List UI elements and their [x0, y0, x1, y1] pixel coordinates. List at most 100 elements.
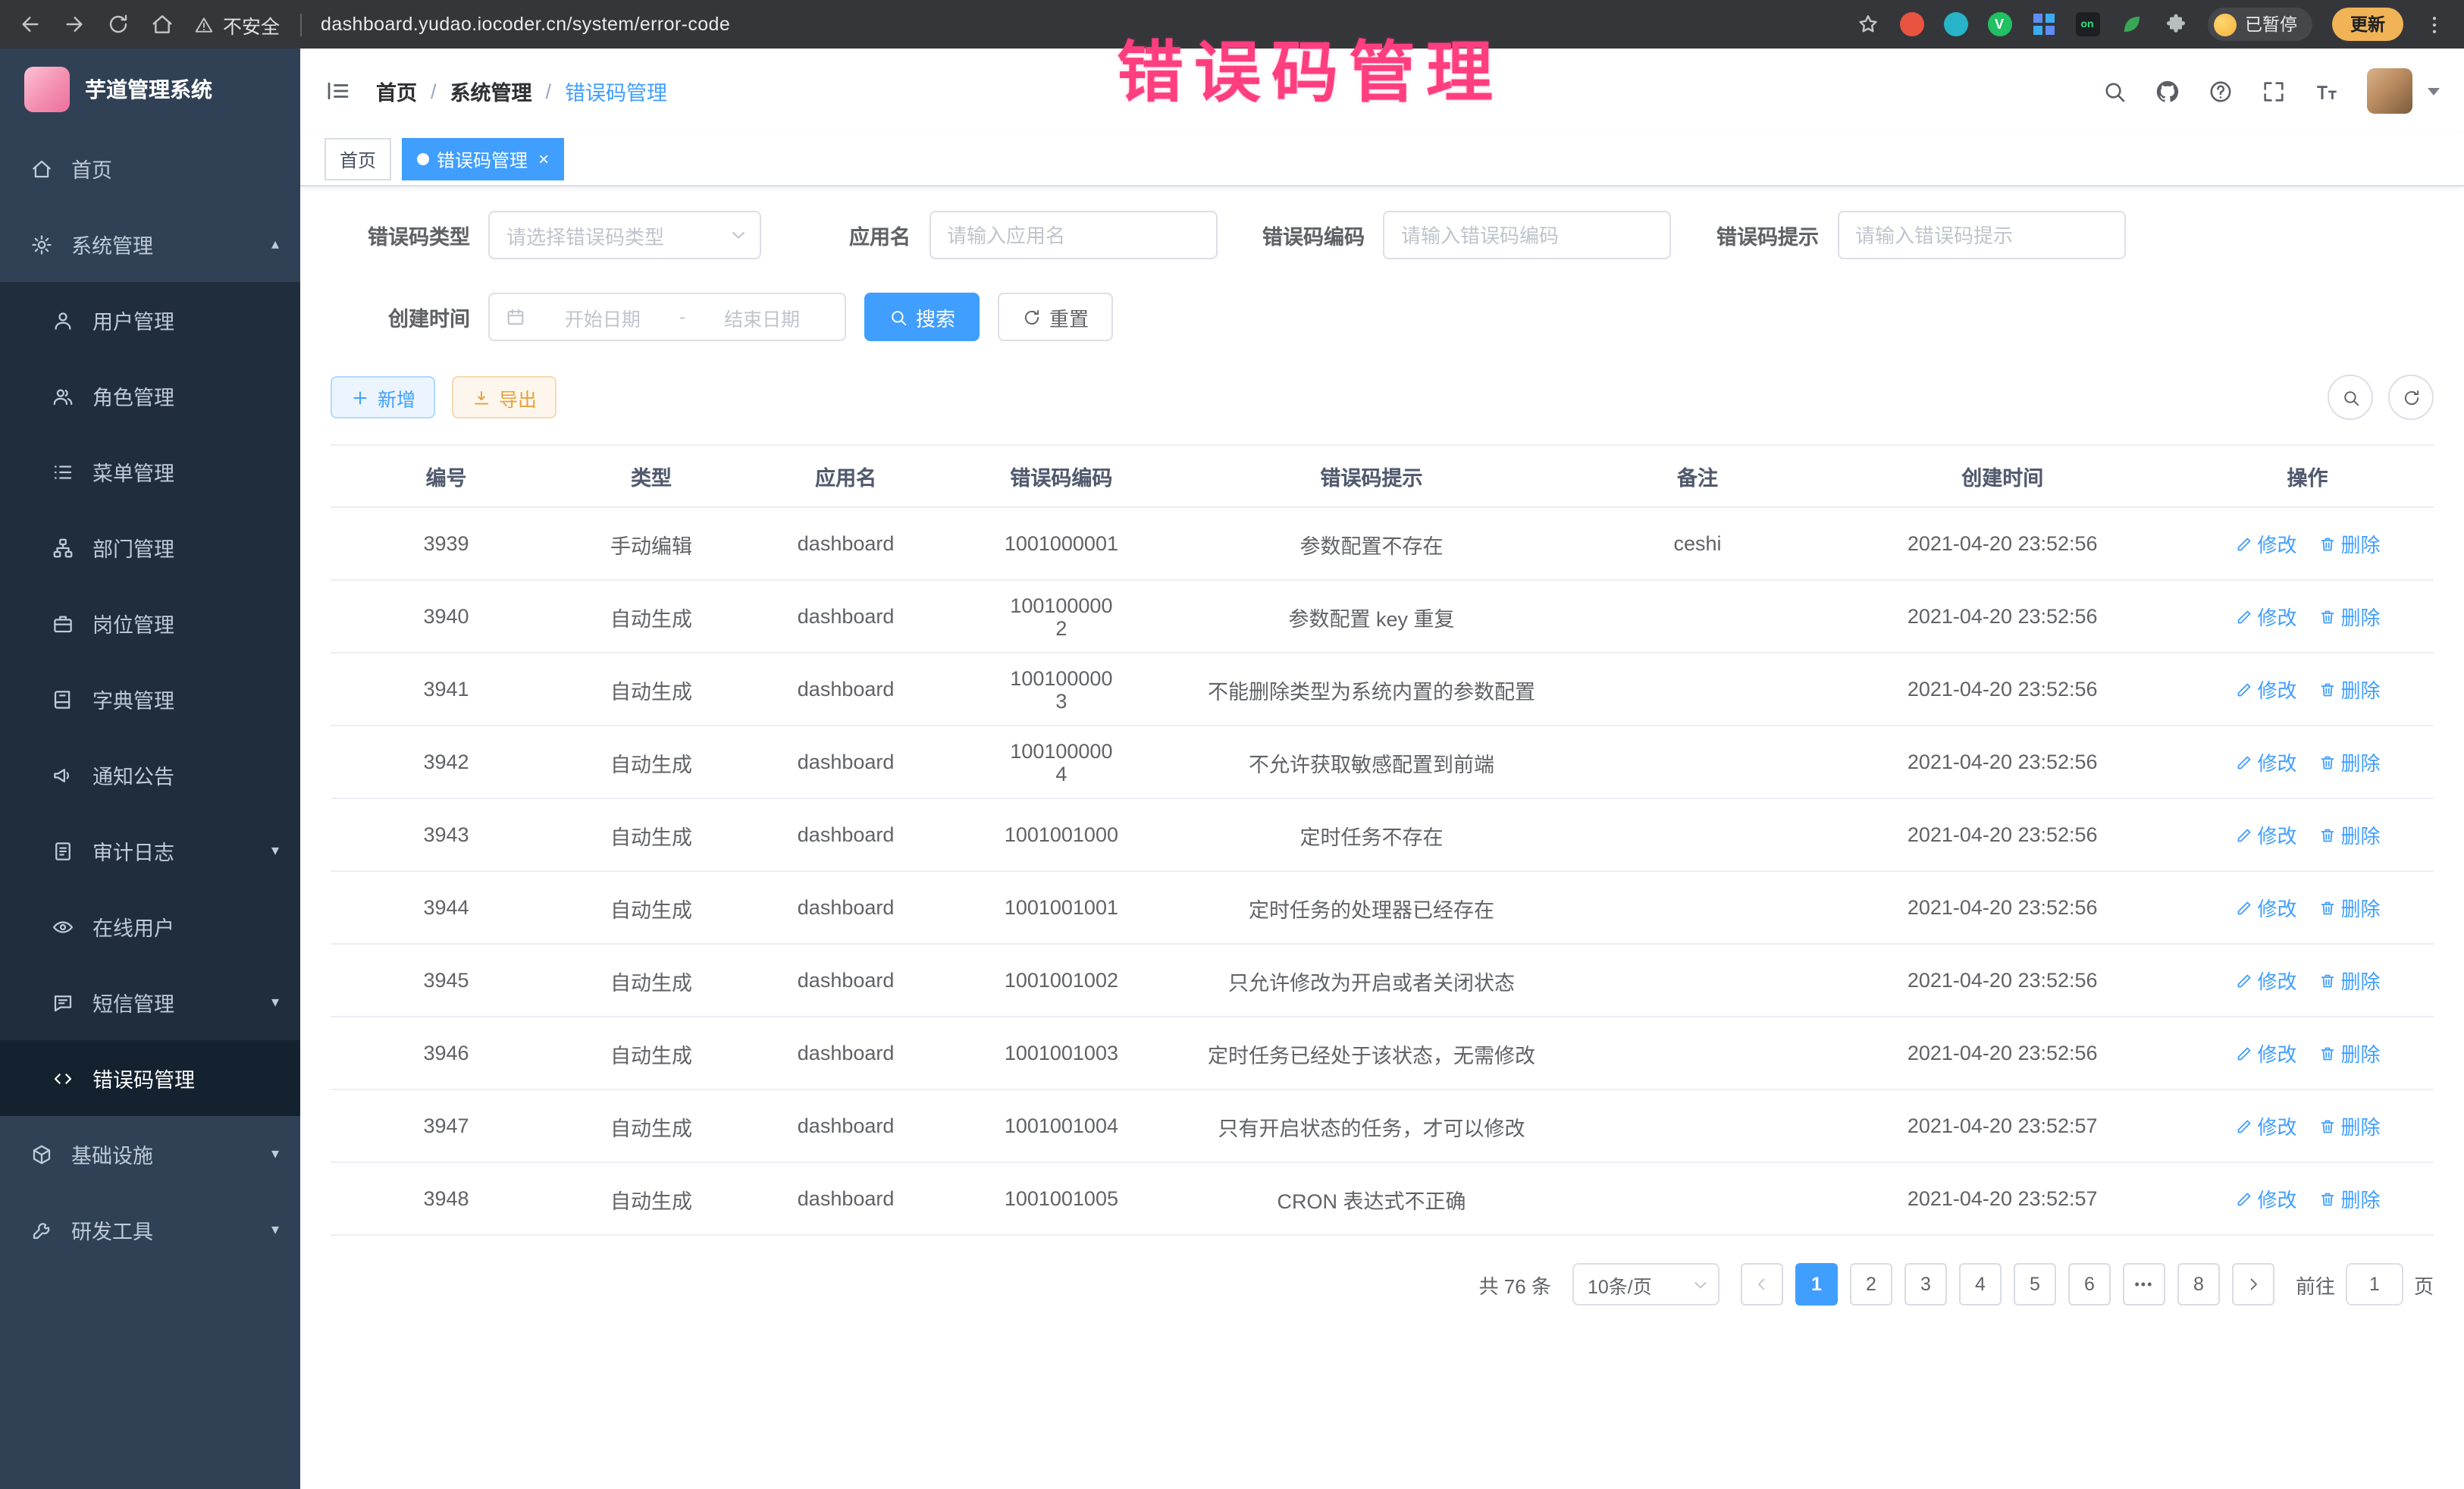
goto-page-input[interactable] [2346, 1263, 2403, 1306]
edit-link[interactable]: 修改 [2234, 1039, 2296, 1067]
edit-link[interactable]: 修改 [2234, 1111, 2296, 1140]
edit-link[interactable]: 修改 [2234, 966, 2296, 995]
sidebar-item-notice[interactable]: 通知公告 [0, 737, 300, 813]
date-range-picker[interactable]: 开始日期 - 结束日期 [488, 293, 846, 341]
delete-link[interactable]: 删除 [2318, 1039, 2381, 1067]
cell-id: 3941 [331, 653, 562, 726]
sidebar-item-home[interactable]: 首页 [0, 130, 300, 206]
cell-hint: 不允许获取敏感配置到前端 [1172, 726, 1572, 798]
page-button-1[interactable]: 1 [1795, 1263, 1838, 1306]
edit-link[interactable]: 修改 [2234, 1184, 2296, 1213]
page-button-2[interactable]: 2 [1850, 1263, 1892, 1306]
profile-paused-chip[interactable]: 已暂停 [2207, 8, 2312, 41]
page-button-8[interactable]: 8 [2177, 1263, 2220, 1306]
tag-home[interactable]: 首页 [324, 138, 391, 180]
delete-link[interactable]: 删除 [2318, 529, 2381, 558]
edit-link[interactable]: 修改 [2234, 820, 2296, 849]
reset-button[interactable]: 重置 [998, 293, 1113, 341]
sidebar-item-infra[interactable]: 基础设施▾ [0, 1116, 300, 1192]
page-button-3[interactable]: 3 [1904, 1263, 1947, 1306]
sidebar-item-dept[interactable]: 部门管理 [0, 509, 300, 585]
page-size-select[interactable]: 10条/页 [1572, 1263, 1719, 1306]
cell-code: 1001001000 [951, 798, 1171, 871]
tag-error-code[interactable]: 错误码管理 × [402, 138, 564, 180]
app-logo[interactable]: 芋道管理系统 [0, 49, 300, 130]
add-button[interactable]: 新增 [331, 376, 435, 418]
help-icon[interactable] [2208, 78, 2234, 104]
cell-remark [1572, 1089, 1824, 1162]
error-code-input[interactable] [1383, 211, 1671, 259]
url-text[interactable]: dashboard.yudao.iocoder.cn/system/error-… [321, 14, 730, 35]
sidebar-item-online-user[interactable]: 在线用户 [0, 889, 300, 964]
extension-icon-leaf[interactable] [2119, 12, 2143, 36]
app-name-input[interactable] [929, 211, 1217, 259]
edit-link[interactable]: 修改 [2234, 602, 2296, 631]
cell-hint: 只有开启状态的任务，才可以修改 [1172, 1089, 1572, 1162]
edit-link[interactable]: 修改 [2234, 893, 2296, 922]
next-page-button[interactable] [2232, 1263, 2274, 1306]
delete-link[interactable]: 删除 [2318, 1111, 2381, 1140]
sidebar-item-menu[interactable]: 菜单管理 [0, 434, 300, 509]
bookmark-star-icon[interactable] [1855, 12, 1879, 36]
search-button[interactable]: 搜索 [864, 293, 980, 341]
delete-link[interactable]: 删除 [2318, 1184, 2381, 1213]
page-button-4[interactable]: 4 [1959, 1263, 2002, 1306]
edit-link[interactable]: 修改 [2234, 748, 2296, 776]
export-button[interactable]: 导出 [452, 376, 556, 418]
sidebar-item-role[interactable]: 角色管理 [0, 358, 300, 434]
cell-created: 2021-04-20 23:52:56 [1823, 726, 2181, 798]
trash-icon [2318, 1117, 2337, 1135]
error-hint-input[interactable] [1837, 211, 2125, 259]
delete-link[interactable]: 删除 [2318, 675, 2381, 704]
sidebar-item-user[interactable]: 用户管理 [0, 282, 300, 358]
page-button-5[interactable]: 5 [2014, 1263, 2056, 1306]
sidebar-item-post[interactable]: 岗位管理 [0, 585, 300, 661]
page-button-6[interactable]: 6 [2068, 1263, 2111, 1306]
extension-icon-teal[interactable] [1943, 12, 1967, 36]
fullscreen-icon[interactable] [2261, 78, 2287, 104]
browser-forward-icon[interactable] [62, 12, 86, 36]
browser-menu-icon[interactable] [2423, 13, 2446, 36]
avatar-caret-down-icon[interactable] [2428, 87, 2440, 95]
delete-link[interactable]: 删除 [2318, 748, 2381, 776]
cell-id: 3944 [331, 871, 562, 944]
table-row: 3946自动生成dashboard1001001003定时任务已经处于该状态，无… [331, 1017, 2434, 1089]
extension-icon-red[interactable] [1899, 12, 1923, 36]
prev-page-button[interactable] [1741, 1263, 1783, 1306]
edit-link[interactable]: 修改 [2234, 529, 2296, 558]
sidebar-item-system[interactable]: 系统管理▴ [0, 206, 300, 282]
user-avatar[interactable] [2367, 68, 2412, 114]
security-indicator[interactable]: 不安全 [194, 10, 280, 39]
delete-link[interactable]: 删除 [2318, 966, 2381, 995]
error-type-select[interactable]: 请选择错误码类型 [488, 211, 761, 259]
sidebar-item-error-code[interactable]: 错误码管理 [0, 1040, 300, 1116]
hamburger-icon[interactable] [324, 77, 352, 105]
cell-created: 2021-04-20 23:52:56 [1823, 507, 2181, 580]
search-icon[interactable] [2102, 78, 2127, 104]
extension-icon-on-badge[interactable]: on [2075, 12, 2099, 36]
extension-puzzle-icon[interactable] [2163, 12, 2187, 36]
delete-link[interactable]: 删除 [2318, 602, 2381, 631]
show-search-button[interactable] [2328, 375, 2373, 420]
refresh-table-button[interactable] [2388, 375, 2434, 420]
font-size-icon[interactable] [2314, 78, 2340, 104]
sidebar-item-dict[interactable]: 字典管理 [0, 661, 300, 737]
breadcrumb-system[interactable]: 系统管理 [450, 76, 532, 106]
breadcrumb-home[interactable]: 首页 [376, 76, 417, 106]
page-ellipsis[interactable]: ••• [2123, 1263, 2165, 1306]
browser-update-button[interactable]: 更新 [2332, 8, 2403, 41]
edit-link[interactable]: 修改 [2234, 675, 2296, 704]
sidebar-item-sms[interactable]: 短信管理▾ [0, 964, 300, 1040]
error-code-table: 编号 类型 应用名 错误码编码 错误码提示 备注 创建时间 操作 3939手动编… [331, 444, 2434, 1236]
sidebar-item-dev-tools[interactable]: 研发工具▾ [0, 1192, 300, 1268]
github-icon[interactable] [2155, 78, 2180, 104]
browser-back-icon[interactable] [18, 12, 42, 36]
extension-icon-blue-grid[interactable] [2031, 12, 2055, 36]
delete-link[interactable]: 删除 [2318, 893, 2381, 922]
extension-icon-green-v[interactable]: V [1987, 12, 2011, 36]
tag-close-icon[interactable]: × [538, 149, 549, 170]
delete-link[interactable]: 删除 [2318, 820, 2381, 849]
browser-refresh-icon[interactable] [106, 12, 130, 36]
sidebar-item-audit-log[interactable]: 审计日志▾ [0, 813, 300, 889]
browser-home-icon[interactable] [150, 12, 174, 36]
